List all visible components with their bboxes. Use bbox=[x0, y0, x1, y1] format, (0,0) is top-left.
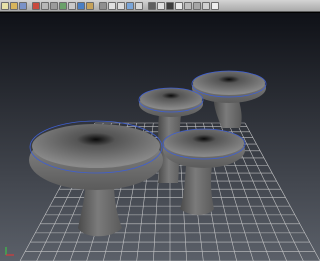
paint-select-icon[interactable] bbox=[50, 1, 58, 10]
history-icon[interactable] bbox=[99, 1, 107, 10]
viewport-scene[interactable] bbox=[0, 13, 320, 261]
select-tool-icon[interactable] bbox=[32, 1, 40, 10]
grid-toggle-icon[interactable] bbox=[157, 1, 165, 10]
toolbar-separator bbox=[28, 2, 31, 10]
toolbar bbox=[0, 0, 320, 12]
open-scene-icon[interactable] bbox=[10, 1, 18, 10]
maya-window bbox=[0, 0, 320, 261]
3d-viewport[interactable] bbox=[0, 13, 320, 261]
snap-plane-icon[interactable] bbox=[86, 1, 94, 10]
lighting-icon[interactable] bbox=[193, 1, 201, 10]
texture-icon[interactable] bbox=[184, 1, 192, 10]
snap-curve-icon[interactable] bbox=[68, 1, 76, 10]
snap-grid-icon[interactable] bbox=[59, 1, 67, 10]
lasso-tool-icon[interactable] bbox=[41, 1, 49, 10]
render-settings-icon[interactable] bbox=[126, 1, 134, 10]
camera-icon[interactable] bbox=[148, 1, 156, 10]
smooth-shade-icon[interactable] bbox=[175, 1, 183, 10]
snap-point-icon[interactable] bbox=[77, 1, 85, 10]
render-icon[interactable] bbox=[108, 1, 116, 10]
hypershade-icon[interactable] bbox=[135, 1, 143, 10]
isolate-select-icon[interactable] bbox=[211, 1, 219, 10]
save-scene-icon[interactable] bbox=[19, 1, 27, 10]
mushroom-cap-top bbox=[32, 124, 160, 168]
shadows-icon[interactable] bbox=[202, 1, 210, 10]
toolbar-separator bbox=[144, 2, 147, 10]
toolbar-separator bbox=[95, 2, 98, 10]
wireframe-icon[interactable] bbox=[166, 1, 174, 10]
ipr-render-icon[interactable] bbox=[117, 1, 125, 10]
new-scene-icon[interactable] bbox=[1, 1, 9, 10]
